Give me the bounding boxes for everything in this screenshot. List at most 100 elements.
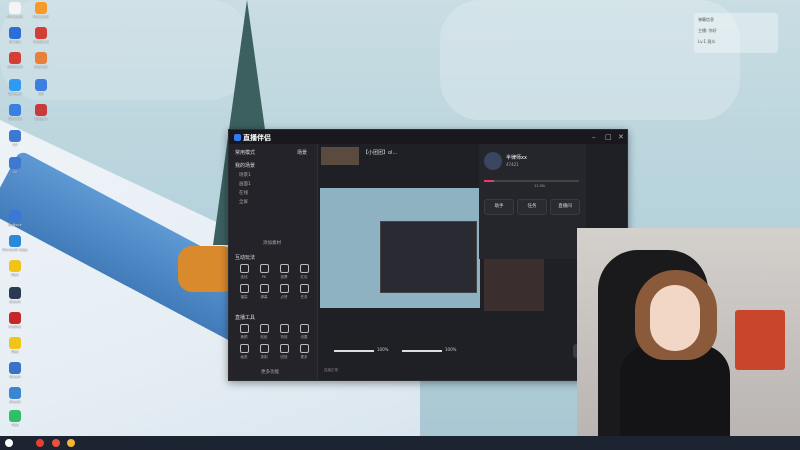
speaker-slider[interactable]: [402, 350, 442, 352]
desktop-icon[interactable]: Wps: [2, 260, 28, 277]
scene-item[interactable]: 画面1: [239, 181, 251, 187]
tool-item[interactable]: 连线: [235, 264, 253, 280]
tool-item[interactable]: 投票: [275, 264, 293, 280]
desktop-icon-label: Gradient: [7, 65, 23, 69]
app-logo: 直播伴侣: [234, 133, 271, 143]
tool-icon: [279, 324, 289, 333]
desktop-icon[interactable]: Steam: [2, 387, 28, 404]
tool-label: 任务: [300, 295, 308, 299]
level-bar: [484, 180, 579, 182]
minimize-icon[interactable]: –: [592, 133, 596, 141]
tool-label: 点赞: [280, 295, 288, 299]
desktop-icon[interactable]: Gradient: [28, 27, 54, 44]
scene-item[interactable]: 场景1: [239, 172, 251, 178]
tool-item[interactable]: PK: [255, 264, 273, 279]
tab-my-scenes[interactable]: 我的场景: [235, 162, 255, 169]
app-title: 直播伴侣: [243, 134, 271, 142]
more-button[interactable]: 更多功能: [261, 369, 279, 375]
tool-item[interactable]: 美颜: [235, 324, 253, 340]
mic-volume: 100%: [377, 347, 389, 352]
tool-item[interactable]: 红包: [295, 264, 313, 280]
app-icon: [9, 52, 21, 64]
person-shirt: [620, 345, 730, 450]
close-icon[interactable]: ✕: [618, 133, 624, 141]
tool-label: 录制: [260, 355, 268, 359]
app-icon: [9, 79, 21, 91]
desktop-icon[interactable]: Tencent: [2, 79, 28, 96]
taskbar: [0, 436, 800, 450]
media-icon[interactable]: [52, 439, 60, 447]
app-icon: [9, 210, 21, 222]
tool-icon: [239, 284, 249, 293]
chat-line: 主播: 你好: [698, 28, 717, 33]
tool-label: 贴纸: [260, 335, 268, 339]
chrome-icon[interactable]: [36, 439, 44, 447]
desktop-icon[interactable]: Microsoft Edge: [2, 235, 28, 252]
tool-item[interactable]: 点赞: [275, 284, 293, 300]
desktop-icon[interactable]: Redhat: [2, 312, 28, 329]
tool-item[interactable]: 弹幕: [255, 284, 273, 300]
desktop-icon[interactable]: Gif: [2, 130, 28, 147]
tool-item[interactable]: 录制: [255, 344, 273, 360]
tool-label: 连线: [240, 275, 248, 279]
desktop-icon[interactable]: Gif: [2, 157, 28, 174]
tool-label: 福袋: [240, 295, 248, 299]
action-button[interactable]: 助手: [484, 199, 514, 215]
desktop-icon[interactable]: Bypass: [28, 104, 54, 121]
app-icon: [9, 2, 21, 14]
desktop-icon[interactable]: Microsoft: [28, 2, 54, 19]
tool-item[interactable]: 特效: [275, 324, 293, 340]
tool-label: 画质: [240, 355, 248, 359]
desktop-icon[interactable]: App: [2, 410, 28, 427]
action-button[interactable]: 直播间: [550, 199, 580, 215]
stream-thumb: [321, 147, 359, 165]
desktop-icon-label: Steam: [9, 400, 21, 404]
desktop-icon[interactable]: Express: [28, 52, 54, 69]
tool-item[interactable]: 画质: [235, 344, 253, 360]
desktop-icon-label: Microsoft: [33, 15, 49, 19]
tool-icon: [299, 324, 309, 333]
tool-label: 更多: [300, 355, 308, 359]
app-icon: [9, 410, 21, 422]
speaker-volume: 100%: [445, 347, 457, 352]
tool-item[interactable]: 贴纸: [255, 324, 273, 340]
desktop-icon[interactable]: WeChat: [2, 104, 28, 121]
desktop-icon[interactable]: ByBook: [2, 210, 28, 227]
desktop-icon-label: Microsoft: [7, 15, 23, 19]
level-text: 11.0%: [534, 184, 546, 188]
desktop-icon[interactable]: Wps: [2, 337, 28, 354]
add-source[interactable]: 添加素材: [263, 240, 281, 246]
tool-item[interactable]: 更多: [295, 344, 313, 360]
start-icon[interactable]: [5, 439, 13, 447]
maximize-icon[interactable]: □: [605, 133, 612, 141]
mic-slider[interactable]: [334, 350, 374, 352]
action-button[interactable]: 任务: [517, 199, 547, 215]
tool-item[interactable]: 福袋: [235, 284, 253, 300]
desktop-icon-label: Wps: [11, 273, 19, 277]
app-icon: [9, 157, 21, 169]
desktop-icon[interactable]: Steam: [2, 287, 28, 304]
desktop-icon[interactable]: Gradient: [2, 52, 28, 69]
mode-label[interactable]: 常用模式: [235, 149, 255, 156]
tool-item[interactable]: 任务: [295, 284, 313, 300]
folder-icon[interactable]: [67, 439, 75, 447]
chat-line: Lv.1 观众: [698, 39, 716, 44]
scene-item[interactable]: 全屏: [239, 199, 248, 205]
app-icon: [9, 362, 21, 374]
desktop-icon-label: Bypass: [34, 117, 48, 121]
desktop-icon-label: Microsoft Edge: [2, 248, 28, 252]
tool-item[interactable]: 回放: [275, 344, 293, 360]
app-icon: [9, 312, 21, 324]
desktop-icon[interactable]: Steam: [2, 362, 28, 379]
desktop-icon[interactable]: CD: [28, 79, 54, 96]
desktop-icon[interactable]: Bridge: [2, 27, 28, 44]
tool-item[interactable]: 设置: [295, 324, 313, 340]
scene-button[interactable]: 场景: [297, 149, 307, 156]
sidebar: 常用模式 场景 我的场景 场景1 画面1 在线 全屏 添加素材 互动玩法 连线 PK 投票…: [229, 144, 318, 380]
tools-section: 直播工具: [235, 315, 256, 321]
desktop-icon[interactable]: Microsoft: [2, 2, 28, 19]
tool-icon: [259, 324, 269, 333]
user-name: 半律师xx: [506, 155, 527, 161]
desktop-icon-label: Tencent: [8, 92, 22, 96]
scene-item[interactable]: 在线: [239, 190, 248, 196]
